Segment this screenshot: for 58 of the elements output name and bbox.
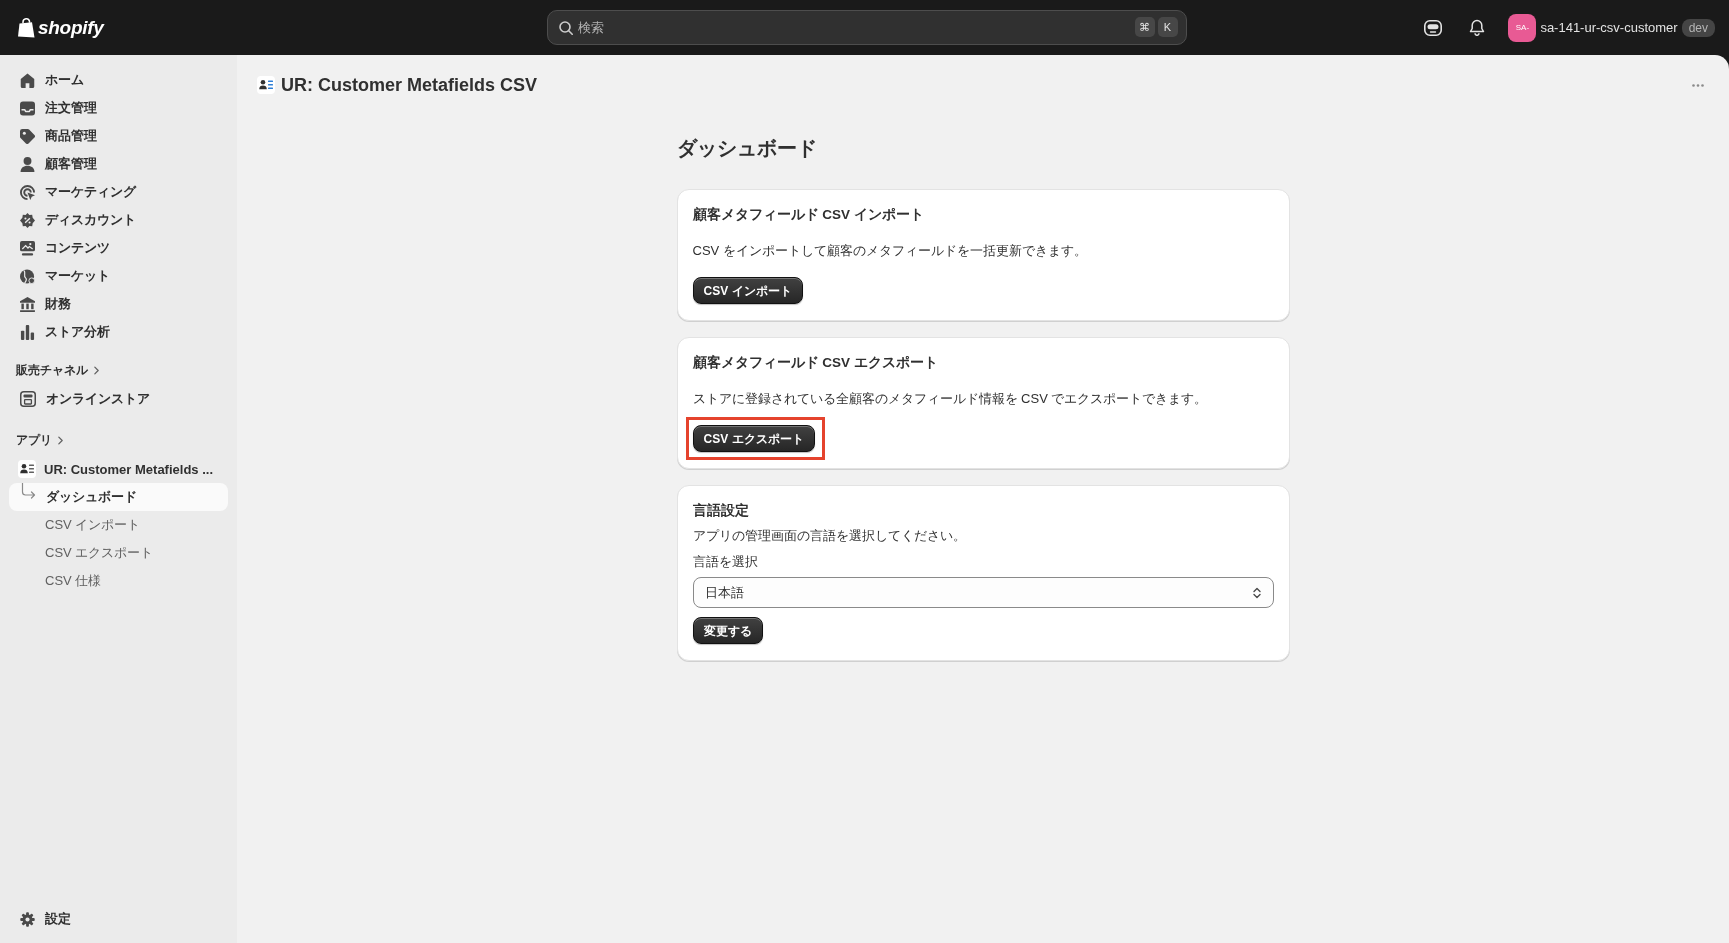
- chevron-right-icon: [94, 365, 99, 375]
- nav-item[interactable]: ストア分析: [9, 318, 228, 346]
- action-button[interactable]: 変更する: [692, 617, 763, 644]
- home-icon: [20, 72, 35, 88]
- nav-item[interactable]: ディスカウント: [9, 206, 228, 234]
- card-title: 顧客メタフィールド CSV インポート: [692, 206, 925, 224]
- nav-subitem[interactable]: CSV エクスポート: [9, 539, 228, 567]
- card-description: ストアに登録されている全顧客のメタフィールド情報を CSV でエクスポートできます。: [692, 390, 1209, 408]
- language-select[interactable]: 日本語: [692, 577, 1274, 608]
- image-icon: [20, 240, 35, 256]
- contact-card-icon: [18, 460, 36, 478]
- nav-item[interactable]: 顧客管理: [9, 150, 228, 178]
- card-description: アプリの管理画面の言語を選択してください。: [692, 527, 967, 545]
- section-link[interactable]: アプリ: [9, 428, 70, 452]
- person-icon: [20, 156, 35, 172]
- bank-icon: [20, 296, 35, 312]
- tree-connector-icon: [20, 483, 36, 501]
- app-nav-item[interactable]: UR: Customer Metafields ...: [9, 455, 228, 483]
- robot-face-icon[interactable]: [1424, 19, 1443, 36]
- card-title: 言語設定: [692, 502, 750, 520]
- nav-item[interactable]: 注文管理: [9, 94, 228, 122]
- nav-subitem[interactable]: CSV インポート: [9, 511, 228, 539]
- nav-item[interactable]: 財務: [9, 290, 228, 318]
- gear-icon: [20, 911, 35, 927]
- tag-icon: [20, 128, 35, 144]
- store-logo[interactable]: shopify: [18, 16, 104, 39]
- bar-chart-icon: [20, 324, 35, 340]
- field-label: 言語を選択: [692, 553, 759, 571]
- action-button[interactable]: CSV インポート: [692, 277, 803, 304]
- storefront-icon: [20, 391, 36, 407]
- chevron-right-icon: [58, 435, 63, 445]
- nav-subitem[interactable]: CSV 仕様: [9, 567, 228, 595]
- page-heading: ダッシュボード: [676, 136, 818, 161]
- nav-item[interactable]: マーケット: [9, 262, 228, 290]
- card-description: CSV をインポートして顧客のメタフィールドを一括更新できます。: [692, 242, 1088, 260]
- action-button[interactable]: CSV エクスポート: [692, 425, 815, 452]
- environment-tag: dev: [1681, 18, 1715, 37]
- store-name[interactable]: sa-141-ur-csv-customer: [1540, 20, 1678, 35]
- nav-item[interactable]: オンラインストア: [9, 385, 228, 413]
- shopping-bag-icon: [18, 17, 35, 38]
- nav-item[interactable]: マーケティング: [9, 178, 228, 206]
- page-title: UR: Customer Metafields CSV: [281, 74, 539, 96]
- ellipsis-icon[interactable]: [1692, 83, 1704, 87]
- card-title: 顧客メタフィールド CSV エクスポート: [692, 354, 939, 372]
- chevron-up-down-icon: [1252, 586, 1261, 599]
- target-cursor-icon: [20, 184, 35, 200]
- inbox-icon: [20, 100, 35, 116]
- nav-item[interactable]: ホーム: [9, 66, 228, 94]
- percent-badge-icon: [20, 212, 35, 228]
- contact-card-icon: [257, 76, 275, 94]
- bell-icon[interactable]: [1469, 19, 1486, 36]
- section-link[interactable]: 販売チャネル: [9, 358, 106, 382]
- globe-coin-icon: [20, 268, 35, 284]
- nav-item[interactable]: 商品管理: [9, 122, 228, 150]
- nav-item[interactable]: コンテンツ: [9, 234, 228, 262]
- search-icon: [558, 21, 573, 35]
- nav-subitem[interactable]: ダッシュボード: [9, 483, 228, 511]
- nav-item[interactable]: 設定: [9, 905, 228, 933]
